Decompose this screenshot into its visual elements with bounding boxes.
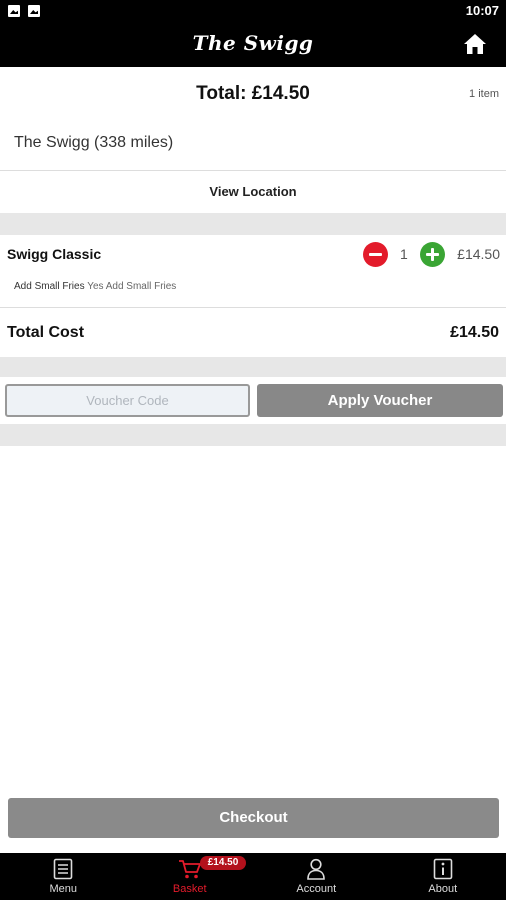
total-cost-row: Total Cost £14.50 <box>0 309 506 357</box>
image-icon <box>28 5 40 17</box>
order-summary: Total: £14.50 1 item The Swigg (338 mile… <box>0 67 506 171</box>
tab-account[interactable]: Account <box>253 853 380 900</box>
image-icon <box>8 5 20 17</box>
decrease-quantity-button[interactable] <box>363 242 388 267</box>
section-divider <box>0 424 506 446</box>
minus-icon <box>369 253 382 256</box>
tab-label: Basket <box>172 883 207 895</box>
apply-voucher-button[interactable]: Apply Voucher <box>257 384 503 417</box>
user-icon <box>307 858 326 880</box>
app-header: The Swigg <box>0 22 506 67</box>
menu-icon <box>53 858 73 880</box>
tab-menu[interactable]: Menu <box>0 853 127 900</box>
basket-item: Swigg Classic 1 £14.50 Add Small Fries Y… <box>0 235 506 308</box>
item-name: Swigg Classic <box>7 246 102 262</box>
app-logo: The Swigg <box>192 31 314 55</box>
store-name: The Swigg (338 miles) <box>14 134 174 151</box>
total-cost-amount: £14.50 <box>450 324 499 341</box>
checkout-button[interactable]: Checkout <box>8 798 499 838</box>
item-price: £14.50 <box>457 246 500 262</box>
tab-about[interactable]: About <box>380 853 506 900</box>
item-quantity: 1 <box>400 246 408 262</box>
total-cost-label: Total Cost <box>7 324 85 341</box>
status-bar: 10:07 <box>0 0 506 22</box>
cart-icon <box>178 860 201 879</box>
bottom-tab-bar: Menu Basket Account About <box>0 853 506 900</box>
section-divider <box>0 357 506 377</box>
status-icons <box>8 5 40 17</box>
item-options: Add Small Fries Yes Add Small Fries <box>14 281 176 292</box>
section-divider <box>0 213 506 235</box>
basket-badge: £14.50 <box>200 856 246 870</box>
tab-label: About <box>428 883 458 895</box>
info-icon <box>433 858 453 880</box>
tab-label: Menu <box>49 883 78 895</box>
status-time: 10:07 <box>465 3 499 18</box>
voucher-code-input[interactable] <box>5 384 250 417</box>
tab-label: Account <box>296 883 337 895</box>
option-value: Yes Add Small Fries <box>87 281 177 292</box>
item-count: 1 item <box>469 88 499 100</box>
home-icon[interactable] <box>463 33 487 55</box>
increase-quantity-button[interactable] <box>420 242 445 267</box>
order-total: Total: £14.50 <box>196 83 310 104</box>
view-location-link[interactable]: View Location <box>0 171 506 213</box>
option-label: Add Small Fries <box>14 281 85 292</box>
voucher-section: Apply Voucher <box>0 377 506 424</box>
